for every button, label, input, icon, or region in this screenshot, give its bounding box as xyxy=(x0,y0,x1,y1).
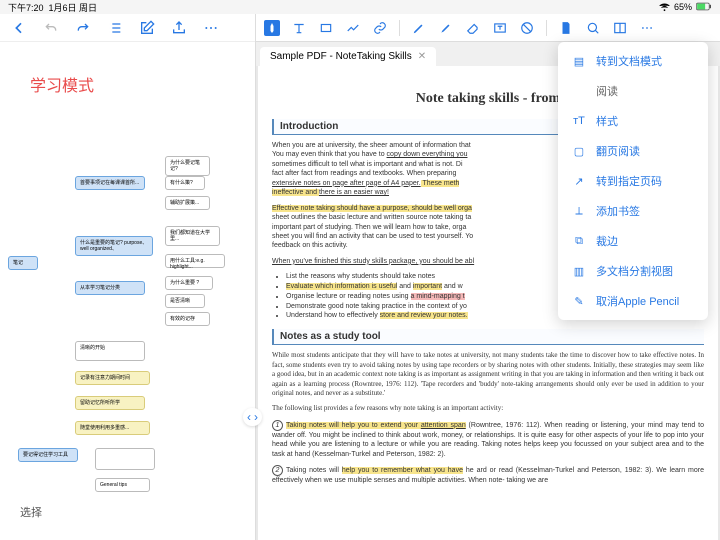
layout-button[interactable] xyxy=(612,20,628,36)
mindmap[interactable]: 笔记 首要事项记在每课课首所... 为什么要记笔记? 有什么策? 辅助扩展策..… xyxy=(0,116,255,540)
pen-tool-button[interactable] xyxy=(411,20,427,36)
crop-icon: ⧉ xyxy=(572,234,586,248)
pages-icon: ▢ xyxy=(572,144,586,158)
menu-crop[interactable]: ⧉裁边 xyxy=(558,226,708,256)
context-menu: ▤转到文档模式 阅读 ᴛT样式 ▢翻页阅读 ↗转到指定页码 ⟂添加书签 ⧉裁边 … xyxy=(558,42,708,320)
mm-node[interactable]: 记录有注意力期间时间 xyxy=(75,371,150,385)
page-next-icon[interactable]: › xyxy=(254,410,258,424)
rect-tool-button[interactable] xyxy=(318,20,334,36)
wifi-icon xyxy=(659,1,670,14)
battery-pct: 65% xyxy=(674,2,692,12)
mm-root[interactable]: 笔记 xyxy=(8,256,38,270)
typography-icon: ᴛT xyxy=(572,114,586,128)
search-button[interactable] xyxy=(585,20,601,36)
back-button[interactable] xyxy=(10,19,28,37)
menu-goto-page[interactable]: ↗转到指定页码 xyxy=(558,166,708,196)
doc-paragraph: While most students anticipate that they… xyxy=(272,351,704,398)
tab-title: Sample PDF - NoteTaking Skills xyxy=(270,51,412,62)
doc-list-item: 1Taking notes will help you to extend yo… xyxy=(272,420,704,459)
more-button[interactable] xyxy=(202,19,220,37)
highlighter-tool-button[interactable] xyxy=(438,20,454,36)
hand-tool-button[interactable] xyxy=(264,20,280,36)
split-icon: ▥ xyxy=(572,264,586,278)
menu-doc-mode[interactable]: ▤转到文档模式 xyxy=(558,46,708,76)
bookmark-icon: ⟂ xyxy=(572,204,586,218)
polyline-tool-button[interactable] xyxy=(345,20,361,36)
pencil-off-icon: ✎ xyxy=(572,294,586,308)
edit-button[interactable] xyxy=(138,19,156,37)
menu-bookmark[interactable]: ⟂添加书签 xyxy=(558,196,708,226)
menu-page-flip[interactable]: ▢翻页阅读 xyxy=(558,136,708,166)
mm-node[interactable]: 从本学习笔记分类 xyxy=(75,281,145,295)
close-icon[interactable]: ✕ xyxy=(418,51,426,62)
list-button[interactable] xyxy=(106,19,124,37)
left-toolbar xyxy=(0,14,255,42)
no-tool-button[interactable] xyxy=(519,20,535,36)
battery-icon xyxy=(696,2,712,13)
status-date: 1月6日 周日 xyxy=(49,3,98,13)
left-panel: 学习模式 笔记 首要事项记在每课课首所... 为什么要记笔记? 有什么策? 辅助… xyxy=(0,14,256,540)
mm-node[interactable]: 为什么要记笔记? xyxy=(165,156,210,176)
status-time: 下午7:20 xyxy=(8,3,44,13)
doc-button[interactable] xyxy=(558,20,574,36)
more-menu-button[interactable] xyxy=(639,20,655,36)
menu-style[interactable]: ᴛT样式 xyxy=(558,106,708,136)
eraser-tool-button[interactable] xyxy=(465,20,481,36)
mm-node[interactable]: 要记得记住学习工具 xyxy=(18,448,78,462)
goto-icon: ↗ xyxy=(572,174,586,188)
share-button[interactable] xyxy=(170,19,188,37)
right-toolbar xyxy=(256,14,720,42)
mm-node[interactable]: 我们都知道在大学里... xyxy=(165,226,220,246)
menu-read[interactable]: 阅读 xyxy=(558,76,708,106)
mm-node[interactable]: 随堂使用利用多重感... xyxy=(75,421,150,435)
mm-node[interactable]: 有效的记存 xyxy=(165,312,210,326)
text-tool-button[interactable] xyxy=(291,20,307,36)
mm-node[interactable]: 清晰的开始 xyxy=(75,341,145,361)
mm-node[interactable] xyxy=(95,448,155,470)
mm-node[interactable]: 留助记忆所听所学 xyxy=(75,396,145,410)
menu-cancel-pencil[interactable]: ✎取消Apple Pencil xyxy=(558,286,708,316)
textbox-tool-button[interactable] xyxy=(492,20,508,36)
mm-node[interactable]: General tips xyxy=(95,478,150,492)
document-tab[interactable]: Sample PDF - NoteTaking Skills ✕ xyxy=(260,47,436,66)
mode-title: 学习模式 xyxy=(0,42,255,116)
menu-split-view[interactable]: ▥多文档分割视图 xyxy=(558,256,708,286)
status-bar: 下午7:20 1月6日 周日 65% xyxy=(0,0,720,14)
mm-node[interactable]: 为什么重要 ? xyxy=(165,276,213,290)
undo-button[interactable] xyxy=(42,19,60,37)
mm-node[interactable]: 有什么策? xyxy=(165,176,205,190)
mm-node[interactable]: 什么是重要的笔记? purpose、well organized、 xyxy=(75,236,153,256)
doc-paragraph: The following list provides a few reason… xyxy=(272,404,704,413)
select-button[interactable]: 选择 xyxy=(20,504,42,520)
document-icon: ▤ xyxy=(572,54,586,68)
mm-node[interactable]: 用什么工具:e.g. highlight... xyxy=(165,254,225,268)
link-tool-button[interactable] xyxy=(372,20,388,36)
doc-heading: Notes as a study tool xyxy=(272,329,704,345)
pager[interactable]: ‹ › xyxy=(243,408,262,426)
mm-node[interactable]: 辅助扩展策... xyxy=(165,196,210,210)
page-prev-icon[interactable]: ‹ xyxy=(247,410,251,424)
redo-button[interactable] xyxy=(74,19,92,37)
doc-list-item: 2Taking notes will help you to remember … xyxy=(272,465,704,485)
mm-node[interactable]: 首要事项记在每课课首所... xyxy=(75,176,145,190)
mm-node[interactable]: 是否清晰 xyxy=(165,294,205,308)
